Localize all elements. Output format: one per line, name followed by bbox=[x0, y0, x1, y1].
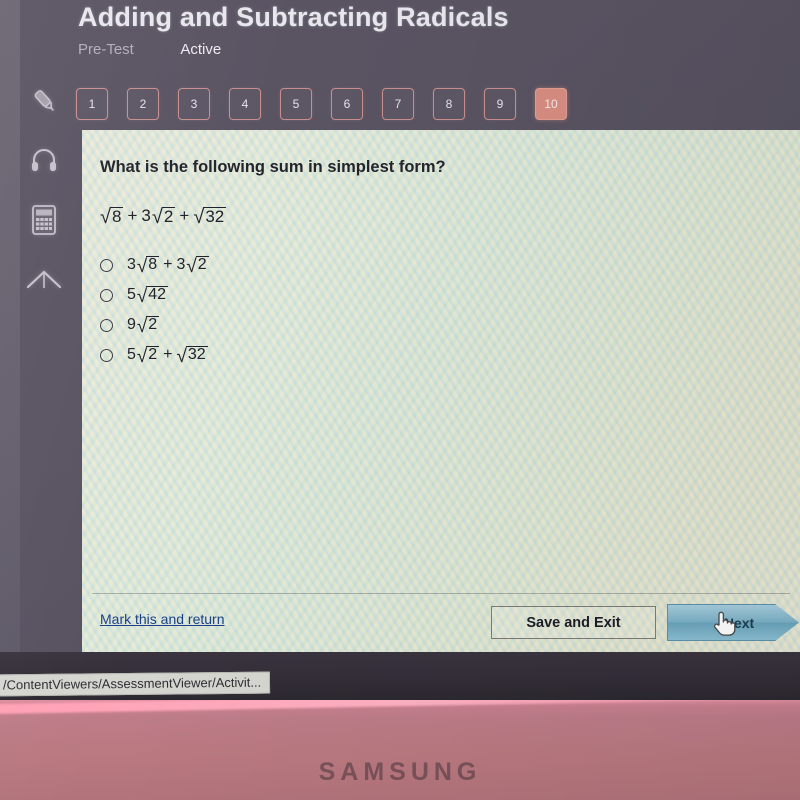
question-number-nav[interactable]: 1 2 3 4 5 6 7 8 9 10 bbox=[76, 88, 567, 120]
radicand: 42 bbox=[146, 286, 169, 304]
math-coefficient: 3 bbox=[141, 206, 151, 225]
square-root-icon: √ 2 bbox=[136, 345, 160, 367]
math-operator: + bbox=[127, 206, 138, 225]
status-bar-url: /ContentViewers/AssessmentViewer/Activit… bbox=[0, 671, 271, 697]
radical-sign: √ bbox=[136, 255, 148, 277]
tool-rail[interactable] bbox=[22, 72, 66, 312]
question-number-8[interactable]: 8 bbox=[433, 88, 465, 120]
radicand: 32 bbox=[185, 346, 208, 364]
answer-options-list[interactable]: 3 √ 8 +3 √ 2 5 √ 42 9 √ 2 5 √ 2 + √ 32 bbox=[100, 250, 209, 370]
square-root-icon: √ 2 bbox=[136, 315, 160, 337]
answer-option-d[interactable]: 5 √ 2 + √ 32 bbox=[100, 340, 209, 370]
laptop-bezel: SAMSUNG bbox=[0, 700, 800, 800]
answer-option-text-d: 5 √ 2 + √ 32 bbox=[127, 345, 208, 367]
radio-button-d[interactable] bbox=[100, 348, 113, 362]
math-coefficient: 3 bbox=[176, 256, 186, 273]
question-expression-math: √ 8 +3 √ 2 + √ 32 bbox=[100, 206, 227, 229]
square-root-icon: √ 8 bbox=[136, 255, 160, 277]
audio-tool-button[interactable] bbox=[22, 132, 66, 192]
headphones-icon bbox=[29, 146, 59, 179]
up-arrow-icon bbox=[26, 267, 62, 298]
test-status-label: Active bbox=[180, 41, 222, 58]
save-and-exit-button[interactable]: Save and Exit bbox=[491, 606, 656, 639]
page-title: Adding and Subtracting Radicals bbox=[78, 2, 509, 32]
square-root-icon: √ 8 bbox=[100, 206, 124, 229]
test-subheader: Pre-Test Active bbox=[78, 41, 221, 63]
radical-sign: √ bbox=[136, 285, 148, 307]
highlighter-tool-button[interactable] bbox=[22, 72, 66, 132]
math-operator: + bbox=[163, 256, 173, 273]
question-number-5[interactable]: 5 bbox=[280, 88, 312, 120]
next-button[interactable]: Next bbox=[667, 604, 799, 641]
radical-sign: √ bbox=[151, 206, 163, 229]
radical-sign: √ bbox=[193, 206, 205, 229]
mark-this-and-return-link[interactable]: Mark this and return bbox=[100, 611, 225, 627]
answer-option-b[interactable]: 5 √ 42 bbox=[100, 280, 209, 310]
math-coefficient: 5 bbox=[127, 286, 136, 303]
radicand: 8 bbox=[146, 256, 160, 274]
radicand: 32 bbox=[203, 207, 227, 227]
question-number-2[interactable]: 2 bbox=[127, 88, 159, 120]
math-coefficient: 3 bbox=[127, 256, 136, 273]
question-number-10[interactable]: 10 bbox=[535, 88, 567, 120]
screen-glare bbox=[0, 0, 20, 700]
radical-sign: √ bbox=[186, 255, 197, 277]
answer-option-text-c: 9 √ 2 bbox=[127, 315, 160, 337]
test-type-label: Pre-Test bbox=[78, 41, 134, 58]
question-prompt: What is the following sum in simplest fo… bbox=[100, 158, 446, 176]
question-number-9[interactable]: 9 bbox=[484, 88, 516, 120]
answer-option-text-a: 3 √ 8 +3 √ 2 bbox=[127, 255, 209, 277]
square-root-icon: √ 2 bbox=[186, 255, 209, 277]
question-number-7[interactable]: 7 bbox=[382, 88, 414, 120]
radical-sign: √ bbox=[136, 345, 148, 367]
calculator-icon bbox=[30, 204, 58, 241]
bezel-highlight bbox=[0, 700, 800, 715]
question-expression: √ 8 +3 √ 2 + √ 32 bbox=[100, 206, 227, 229]
square-root-icon: √ 2 bbox=[151, 206, 176, 229]
answer-math-b: 5 √ 42 bbox=[127, 285, 169, 307]
brand-logo: SAMSUNG bbox=[318, 758, 482, 786]
answer-option-c[interactable]: 9 √ 2 bbox=[100, 310, 209, 340]
math-coefficient: 9 bbox=[127, 316, 136, 333]
radical-sign: √ bbox=[100, 206, 112, 229]
math-coefficient: 5 bbox=[127, 346, 136, 363]
answer-math-a: 3 √ 8 +3 √ 2 bbox=[127, 255, 209, 277]
square-root-icon: √ 42 bbox=[136, 285, 169, 307]
radicand: 2 bbox=[195, 256, 209, 274]
radicand: 2 bbox=[146, 316, 160, 334]
screenshot-root: Adding and Subtracting Radicals Pre-Test… bbox=[0, 0, 800, 800]
footer-divider bbox=[92, 593, 790, 594]
radicand: 2 bbox=[146, 346, 160, 364]
radio-button-b[interactable] bbox=[100, 288, 113, 302]
scroll-up-button[interactable] bbox=[22, 252, 66, 312]
radio-button-a[interactable] bbox=[100, 258, 113, 272]
calculator-tool-button[interactable] bbox=[22, 192, 66, 252]
radio-button-c[interactable] bbox=[100, 318, 113, 332]
question-number-4[interactable]: 4 bbox=[229, 88, 261, 120]
answer-math-c: 9 √ 2 bbox=[127, 315, 160, 337]
radicand: 8 bbox=[110, 207, 124, 227]
radical-sign: √ bbox=[136, 315, 148, 337]
radical-sign: √ bbox=[176, 345, 187, 367]
square-root-icon: √ 32 bbox=[176, 345, 208, 367]
math-operator: + bbox=[179, 206, 190, 225]
question-number-3[interactable]: 3 bbox=[178, 88, 210, 120]
answer-math-d: 5 √ 2 + √ 32 bbox=[127, 345, 208, 367]
math-operator: + bbox=[163, 346, 173, 363]
question-number-1[interactable]: 1 bbox=[76, 88, 108, 120]
answer-option-text-b: 5 √ 42 bbox=[127, 285, 169, 307]
square-root-icon: √ 32 bbox=[193, 206, 227, 229]
question-number-6[interactable]: 6 bbox=[331, 88, 363, 120]
assessment-content-panel: What is the following sum in simplest fo… bbox=[82, 130, 800, 652]
highlighter-icon bbox=[29, 85, 59, 120]
answer-option-a[interactable]: 3 √ 8 +3 √ 2 bbox=[100, 250, 209, 280]
mouse-cursor-hand-icon bbox=[711, 609, 737, 637]
radicand: 2 bbox=[161, 207, 176, 227]
